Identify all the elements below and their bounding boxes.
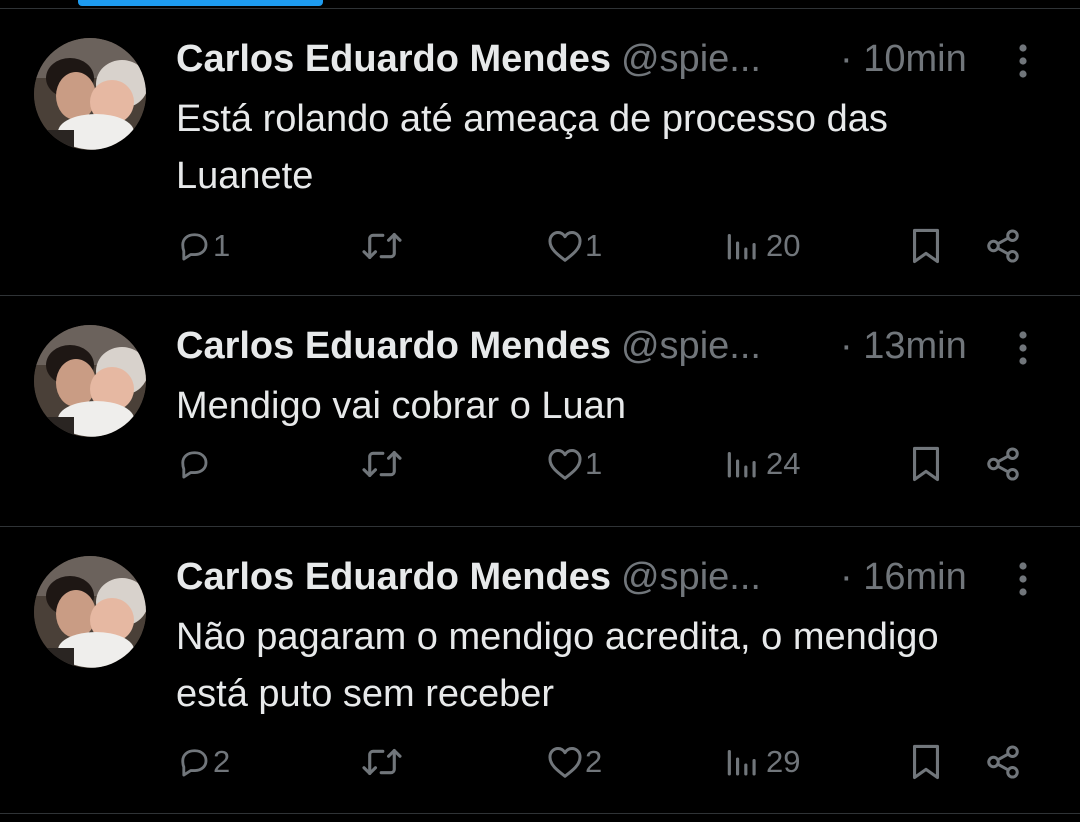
retweet-icon (360, 446, 404, 482)
share-icon (984, 743, 1022, 781)
author-handle[interactable]: @spie... (621, 556, 761, 598)
views-chart-icon (724, 228, 760, 264)
retweet-button[interactable] (360, 442, 404, 486)
tweet-actions: 1 1 20 (176, 224, 1056, 268)
tweet-text: Não pagaram o mendigo acredita, o mendig… (176, 616, 939, 715)
views-count: 29 (766, 744, 801, 779)
author-handle[interactable]: @spie... (621, 325, 761, 367)
tweet-text: Está rolando até ameaça de processo das … (176, 98, 888, 197)
timestamp[interactable]: · 10min (840, 36, 967, 82)
views-chart-icon (724, 446, 760, 482)
active-tab-indicator (78, 0, 323, 6)
retweet-icon (360, 744, 404, 780)
bookmark-icon (908, 226, 944, 266)
tweet-header: Carlos Eduardo Mendes @spie... · 16min (176, 554, 1046, 600)
reply-button[interactable]: 2 (176, 740, 230, 784)
tweet-header: Carlos Eduardo Mendes @spie... · 10min (176, 36, 1046, 82)
reply-icon (176, 228, 212, 264)
reply-count: 2 (213, 744, 231, 779)
avatar[interactable] (34, 38, 146, 150)
bookmark-button[interactable] (908, 224, 944, 268)
author-name[interactable]: Carlos Eduardo Mendes (176, 38, 611, 80)
retweet-button[interactable] (360, 740, 404, 784)
views-count: 20 (766, 228, 801, 263)
like-count: 1 (585, 446, 603, 481)
bookmark-icon (908, 444, 944, 484)
share-icon (984, 445, 1022, 483)
like-count: 2 (585, 744, 603, 779)
more-vertical-icon[interactable] (1012, 42, 1034, 80)
tweet-actions: 2 2 29 (176, 740, 1056, 784)
reply-button[interactable] (176, 442, 213, 486)
author-name[interactable]: Carlos Eduardo Mendes (176, 325, 611, 367)
views-chart-icon (724, 744, 760, 780)
retweet-button[interactable] (360, 224, 404, 268)
bookmark-button[interactable] (908, 740, 944, 784)
like-count: 1 (585, 228, 603, 263)
reply-icon (176, 744, 212, 780)
timestamp[interactable]: · 13min (840, 323, 967, 369)
share-button[interactable] (984, 442, 1022, 486)
share-button[interactable] (984, 224, 1022, 268)
more-vertical-icon[interactable] (1012, 560, 1034, 598)
views-button[interactable]: 29 (724, 740, 800, 784)
timestamp[interactable]: · 16min (840, 554, 967, 600)
reply-icon (176, 446, 212, 482)
retweet-icon (360, 228, 404, 264)
avatar[interactable] (34, 556, 146, 668)
heart-icon (546, 744, 584, 780)
author-name[interactable]: Carlos Eduardo Mendes (176, 556, 611, 598)
tweet[interactable]: Carlos Eduardo Mendes @spie... · 10min Es… (0, 9, 1080, 296)
like-button[interactable]: 1 (546, 224, 602, 268)
avatar[interactable] (34, 325, 146, 437)
like-button[interactable]: 2 (546, 740, 602, 784)
heart-icon (546, 446, 584, 482)
share-icon (984, 227, 1022, 265)
more-vertical-icon[interactable] (1012, 329, 1034, 367)
reply-count: 1 (213, 228, 231, 263)
tweet-header: Carlos Eduardo Mendes @spie... · 13min (176, 323, 1046, 369)
share-button[interactable] (984, 740, 1022, 784)
tweet-feed: Carlos Eduardo Mendes @spie... · 10min Es… (0, 9, 1080, 814)
views-button[interactable]: 24 (724, 442, 800, 486)
heart-icon (546, 228, 584, 264)
views-count: 24 (766, 446, 801, 481)
like-button[interactable]: 1 (546, 442, 602, 486)
reply-button[interactable]: 1 (176, 224, 230, 268)
views-button[interactable]: 20 (724, 224, 800, 268)
author-handle[interactable]: @spie... (621, 38, 761, 80)
tweet[interactable]: Carlos Eduardo Mendes @spie... · 13min Me… (0, 296, 1080, 527)
tweet-text: Mendigo vai cobrar o Luan (176, 385, 626, 427)
tweet-actions: 1 24 (176, 442, 1056, 486)
tweet[interactable]: Carlos Eduardo Mendes @spie... · 16min Nã… (0, 527, 1080, 814)
bookmark-button[interactable] (908, 442, 944, 486)
bookmark-icon (908, 742, 944, 782)
